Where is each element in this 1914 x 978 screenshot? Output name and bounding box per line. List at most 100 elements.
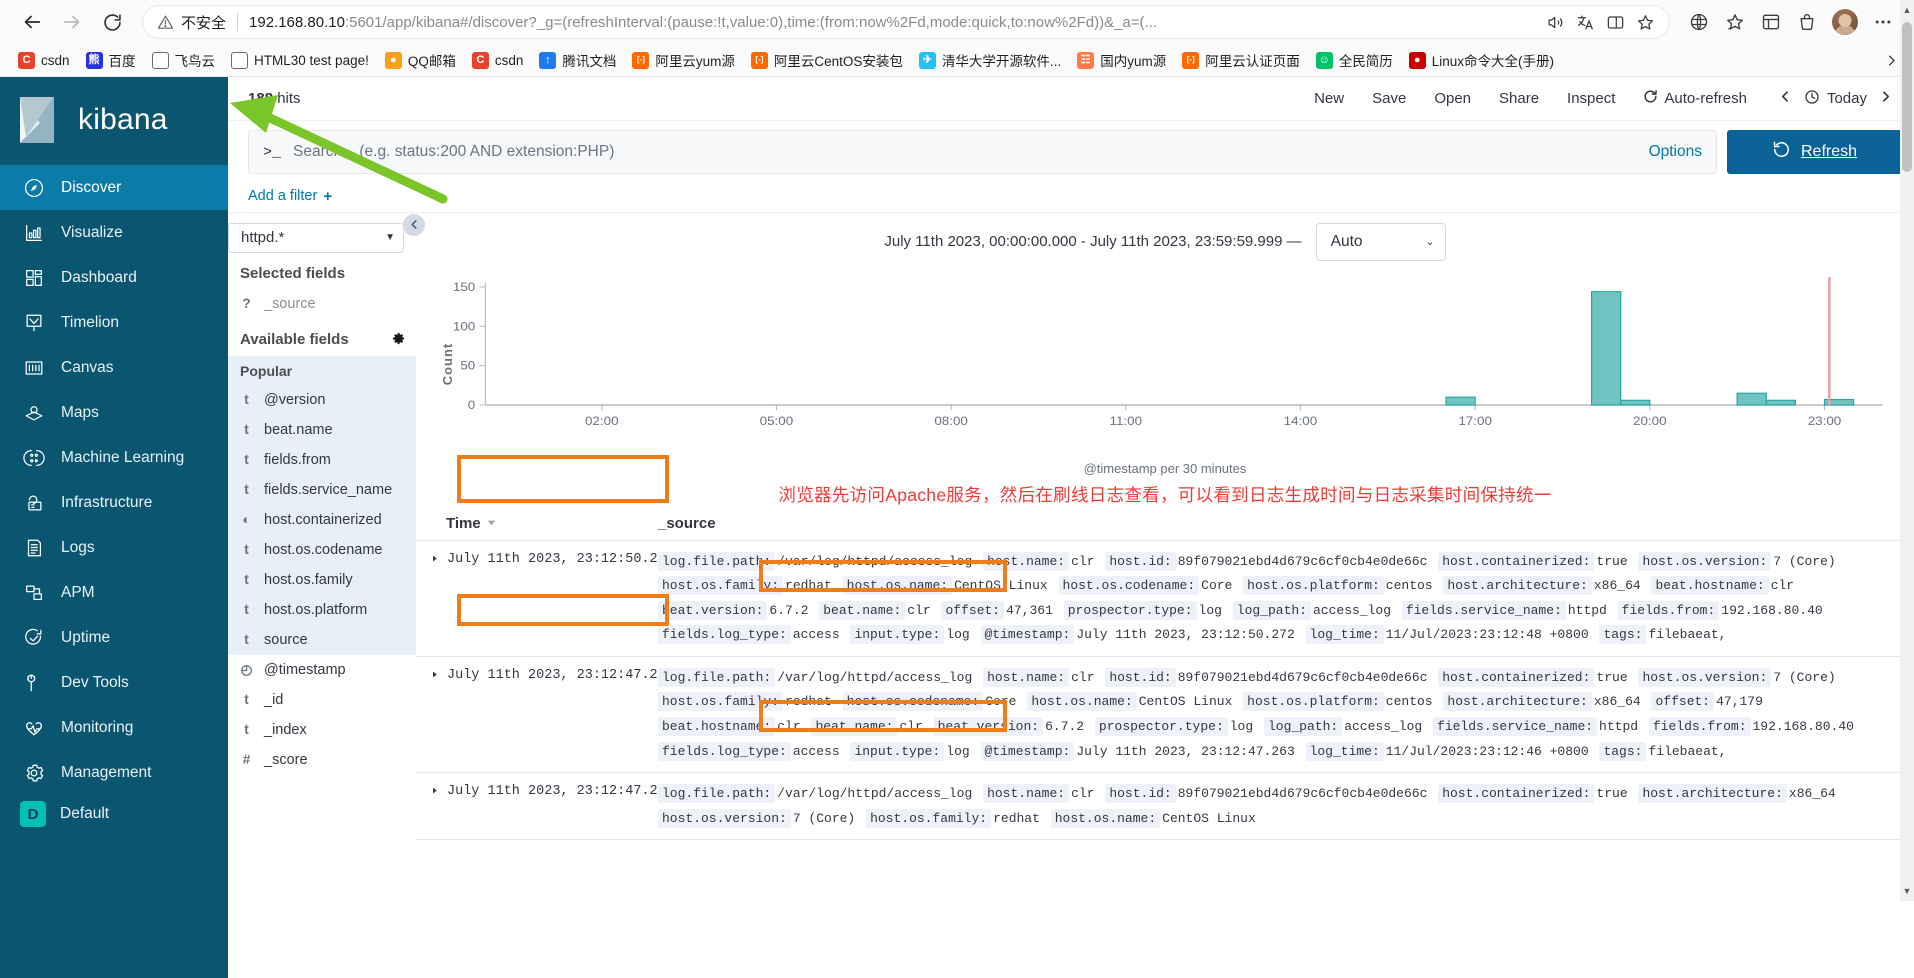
- bookmark-item[interactable]: [-] 阿里云CentOS安装包: [743, 47, 911, 73]
- bookmark-item[interactable]: ↑ 腾讯文档: [531, 47, 624, 73]
- table-row[interactable]: July 11th 2023, 23:12:50.272 log.file.pat…: [416, 541, 1914, 657]
- field-type-icon: ◐: [242, 512, 251, 527]
- bookmark-item[interactable]: 熊百度: [78, 47, 144, 73]
- sidebar-item-canvas[interactable]: Canvas: [0, 345, 228, 390]
- sidebar-item-infrastructure[interactable]: Infrastructure: [0, 480, 228, 525]
- field-item[interactable]: t _index: [228, 715, 416, 745]
- interval-select[interactable]: Auto ⌄: [1315, 222, 1446, 261]
- doc-source-cell: log.file.path:/var/log/httpd/access_log …: [658, 782, 1914, 831]
- bookmark-item[interactable]: ☷ 国内yum源: [1069, 47, 1174, 73]
- field-value: access: [792, 627, 840, 643]
- histogram-chart[interactable]: Count 0 50 100 150 02:00 05:00 08:00 11:00 14:00…: [416, 269, 1914, 459]
- sidebar-item-management[interactable]: Management: [0, 750, 228, 795]
- field-item[interactable]: t @version: [228, 384, 416, 415]
- scroll-up-arrow-icon[interactable]: ▲: [1900, 2, 1914, 18]
- auto-refresh-button[interactable]: Auto-refresh: [1629, 89, 1761, 108]
- bookmark-item[interactable]: Ccsdn: [464, 49, 532, 72]
- share-button[interactable]: Share: [1485, 90, 1553, 107]
- chevron-left-icon[interactable]: [1767, 89, 1804, 108]
- date-range-button[interactable]: Today: [1804, 89, 1867, 109]
- sidebar-item-visualize[interactable]: Visualize: [0, 210, 228, 255]
- address-bar[interactable]: 不安全 192.168.80.10:5601/app/kibana#/disco…: [142, 5, 1670, 39]
- sidebar-item-machine-learning[interactable]: Machine Learning: [0, 435, 228, 480]
- favorites-icon[interactable]: [1718, 5, 1752, 39]
- field-item[interactable]: t host.os.platform: [228, 594, 416, 625]
- reload-icon[interactable]: [94, 4, 130, 40]
- bookmark-item[interactable]: ● QQ邮箱: [377, 47, 464, 73]
- scrollbar-thumb[interactable]: [1902, 22, 1912, 172]
- save-button[interactable]: Save: [1358, 90, 1420, 107]
- calendar-icon: ☷: [1077, 51, 1095, 69]
- sidebar-item-apm[interactable]: APM: [0, 570, 228, 615]
- field-item-source[interactable]: ? _source: [228, 289, 416, 319]
- new-button[interactable]: New: [1300, 90, 1358, 107]
- gear-icon[interactable]: [391, 331, 406, 349]
- field-key: host.os.version:: [1638, 551, 1772, 571]
- field-item[interactable]: t fields.from: [228, 444, 416, 475]
- field-item[interactable]: t _id: [228, 685, 416, 715]
- options-button[interactable]: Options: [1639, 143, 1702, 161]
- refresh-button[interactable]: Refresh: [1727, 130, 1902, 174]
- inspect-button[interactable]: Inspect: [1553, 90, 1629, 107]
- bookmark-item[interactable]: ☺ 全民简历: [1308, 47, 1401, 73]
- bookmark-label: 腾讯文档: [562, 54, 617, 69]
- add-filter-button[interactable]: Add a filter +: [248, 188, 332, 205]
- star-icon[interactable]: [1631, 8, 1659, 36]
- collections-icon[interactable]: [1682, 5, 1716, 39]
- field-value: clr: [907, 602, 931, 618]
- field-item[interactable]: t host.os.family: [228, 564, 416, 595]
- sidebar-item-dashboard[interactable]: Dashboard: [0, 255, 228, 300]
- open-button[interactable]: Open: [1420, 90, 1485, 107]
- index-pattern-select[interactable]: httpd.* ▼: [228, 222, 404, 253]
- read-aloud-icon[interactable]: [1541, 8, 1569, 36]
- browser-essentials-icon[interactable]: [1754, 5, 1788, 39]
- sidebar-item-maps[interactable]: Maps: [0, 390, 228, 435]
- bookmark-item[interactable]: ✈ 清华大学开源软件...: [911, 47, 1069, 73]
- caret-right-icon[interactable]: [430, 550, 439, 567]
- kibana-logo[interactable]: kibana: [0, 77, 228, 165]
- avatar[interactable]: [1830, 7, 1860, 37]
- chevron-right-icon[interactable]: [1867, 89, 1904, 108]
- field-key: fields.service_name:: [1433, 717, 1598, 737]
- translate-icon[interactable]: [1571, 8, 1599, 36]
- field-item[interactable]: ◐ host.containerized: [228, 504, 416, 535]
- sidebar-item-discover[interactable]: Discover: [0, 165, 228, 210]
- bookmark-item[interactable]: [-] 阿里云yum源: [624, 47, 743, 73]
- url-path: :5601/app/kibana#/discover?_g=(refreshIn…: [344, 13, 1158, 31]
- search-input[interactable]: >_ Search... (e.g. status:200 AND extens…: [248, 130, 1717, 174]
- refresh-label: Refresh: [1800, 143, 1858, 160]
- table-row[interactable]: July 11th 2023, 23:12:47.263 log.file.pat…: [416, 773, 1914, 841]
- field-item[interactable]: t host.os.codename: [228, 534, 416, 565]
- shopping-icon[interactable]: [1790, 5, 1824, 39]
- settings-more-icon[interactable]: [1866, 5, 1900, 39]
- table-row[interactable]: July 11th 2023, 23:12:47.263 log.file.pat…: [416, 657, 1914, 774]
- bookmark-item[interactable]: HTML30 test page!: [223, 49, 377, 72]
- chevron-left-circle-icon[interactable]: [403, 213, 425, 236]
- field-item[interactable]: t fields.service_name: [228, 474, 416, 505]
- caret-right-icon[interactable]: [430, 666, 439, 683]
- field-item[interactable]: ◴ @timestamp: [228, 655, 416, 685]
- caret-right-icon[interactable]: [430, 782, 439, 799]
- sidebar-item-monitoring[interactable]: Monitoring: [0, 705, 228, 750]
- sort-desc-icon[interactable]: [486, 515, 497, 532]
- sidebar-item-logs[interactable]: Logs: [0, 525, 228, 570]
- field-item[interactable]: # _score: [228, 745, 416, 775]
- scroll-down-arrow-icon[interactable]: ▼: [1900, 883, 1914, 899]
- svg-text:20:00: 20:00: [1633, 413, 1667, 427]
- uptime-icon: [22, 626, 45, 649]
- sidebar-item-uptime[interactable]: Uptime: [0, 615, 228, 660]
- field-item[interactable]: t source: [228, 624, 416, 655]
- bookmark-item[interactable]: [-] 阿里云认证页面: [1174, 47, 1308, 73]
- back-arrow-icon[interactable]: [14, 4, 50, 40]
- sidebar-item-dev-tools[interactable]: Dev Tools: [0, 660, 228, 705]
- bookmark-item[interactable]: 飞鸟云: [144, 47, 224, 73]
- split-screen-icon[interactable]: [1601, 8, 1629, 36]
- forward-arrow-icon[interactable]: [54, 4, 90, 40]
- field-item[interactable]: t beat.name: [228, 414, 416, 445]
- page-scrollbar[interactable]: ▲ ▼: [1900, 0, 1914, 901]
- bookmark-item[interactable]: ● Linux命令大全(手册): [1401, 47, 1562, 73]
- column-header-time[interactable]: Time: [416, 515, 658, 532]
- bookmark-item[interactable]: Ccsdn: [10, 49, 78, 72]
- sidebar-item-timelion[interactable]: Timelion: [0, 300, 228, 345]
- space-selector[interactable]: D Default: [0, 795, 228, 827]
